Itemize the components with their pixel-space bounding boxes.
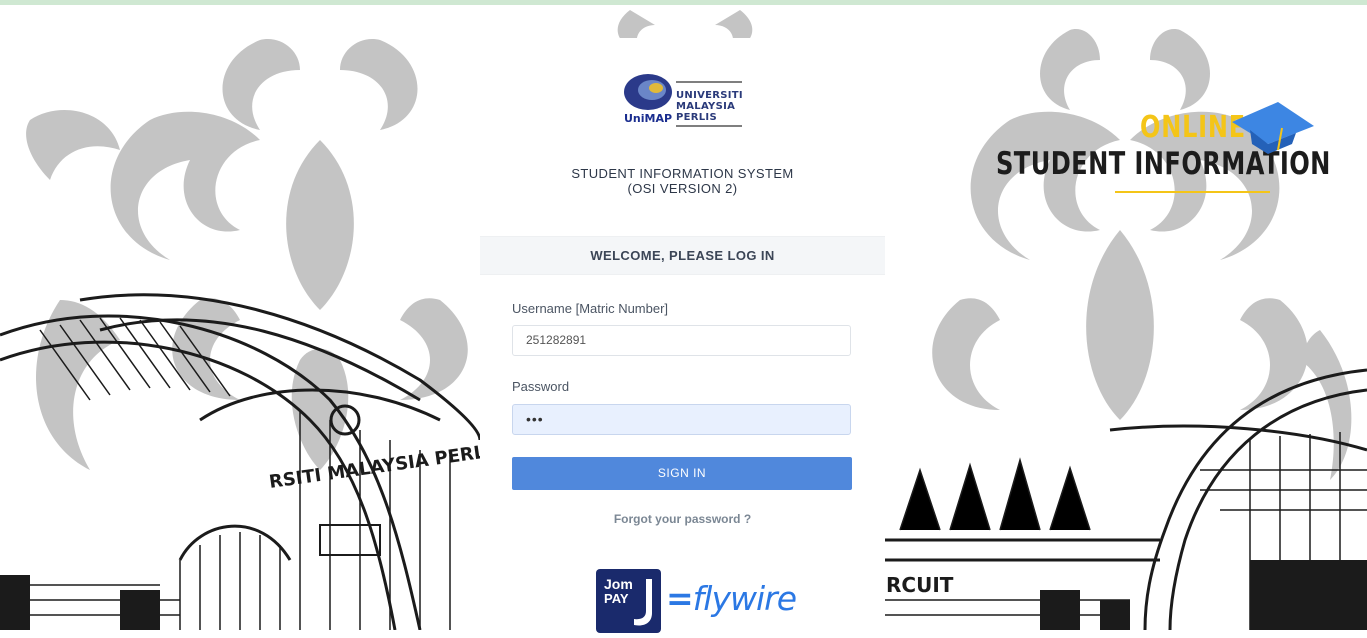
jompay-top-text: Jom <box>604 576 633 592</box>
osi-underline <box>1115 191 1270 193</box>
jompay-logo: Jom PAY <box>596 569 661 633</box>
password-label: Password <box>512 379 570 394</box>
password-input[interactable]: ••• <box>512 404 851 435</box>
welcome-heading: WELCOME, PLEASE LOG IN <box>480 236 885 275</box>
svg-text:RCUIT: RCUIT <box>886 573 954 597</box>
logo-line-perlis: PERLIS <box>676 112 717 123</box>
system-title-line: STUDENT INFORMATION SYSTEM <box>571 166 794 181</box>
flywire-logo: =flywire <box>666 579 797 618</box>
flywire-text: flywire <box>692 579 797 618</box>
flywire-mark-icon: = <box>666 579 694 618</box>
forgot-password-link[interactable]: Forgot your password ? <box>480 512 885 526</box>
username-label: Username [Matric Number] <box>512 301 669 316</box>
logo-line-malaysia: MALAYSIA <box>676 101 736 112</box>
osi-branding: ONLINE STUDENT INFORMATION <box>990 100 1330 210</box>
login-card: UNIVERSITI MALAYSIA PERLIS UniMAP STUDEN… <box>480 38 885 638</box>
system-title: STUDENT INFORMATION SYSTEM (OSI VERSION … <box>480 166 885 196</box>
system-version-line: (OSI VERSION 2) <box>627 181 738 196</box>
sign-in-button[interactable]: SIGN IN <box>512 457 852 490</box>
graduation-cap-icon <box>1232 102 1314 154</box>
jompay-bottom-text: PAY <box>604 591 629 606</box>
logo-unimap-mark: UniMAP <box>624 112 673 125</box>
logo-line-universiti: UNIVERSITI <box>676 90 743 101</box>
username-input[interactable]: 251282891 <box>512 325 851 356</box>
logo-text: UNIVERSITI MALAYSIA PERLIS <box>676 90 743 123</box>
jompay-j-icon <box>634 579 652 626</box>
svg-text:RSITI MALAYSIA PERLIS: RSITI MALAYSIA PERLIS <box>268 439 506 493</box>
